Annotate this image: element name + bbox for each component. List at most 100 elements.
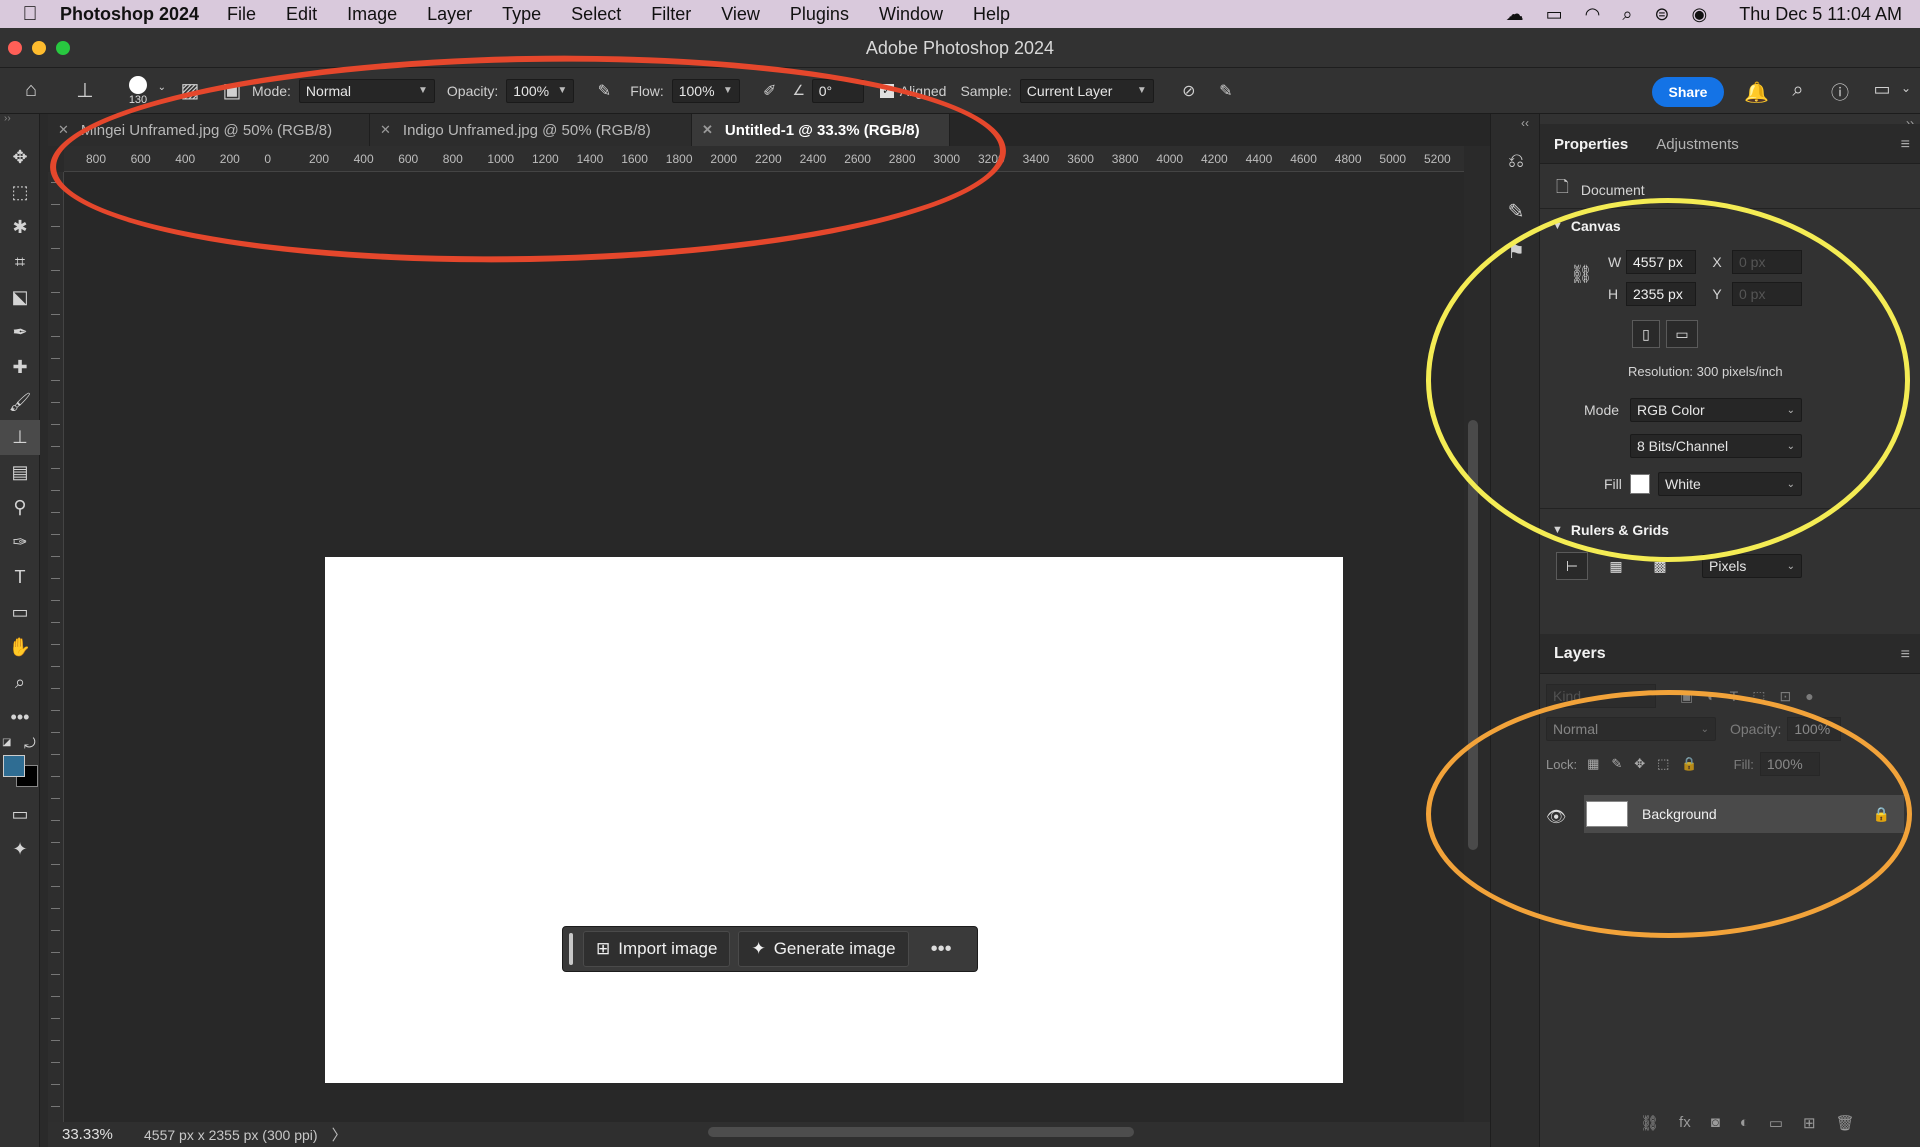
search-icon[interactable]: ⌕: [1786, 79, 1810, 102]
ruler-tick: [51, 336, 60, 337]
ruler-tick: [51, 974, 60, 975]
delete-layer-icon[interactable]: 🗑: [1836, 1114, 1855, 1132]
adjustment-layer-icon[interactable]: ◐: [1740, 1114, 1749, 1132]
help-icon[interactable]: ⓘ: [1828, 79, 1852, 105]
generative-fill-icon[interactable]: ✦: [0, 832, 40, 867]
eyedropper-tool-icon[interactable]: ✒: [0, 315, 40, 350]
ruler-tick: [51, 820, 60, 821]
share-button[interactable]: Share: [1652, 77, 1724, 107]
zoom-level[interactable]: 33.33%: [48, 1126, 138, 1143]
creative-cloud-icon[interactable]: ☁: [1506, 4, 1524, 25]
menu-layer[interactable]: Layer: [427, 4, 472, 25]
ruler-tick: [51, 380, 60, 381]
menu-window[interactable]: Window: [879, 4, 943, 25]
layer-effects-icon[interactable]: fx: [1679, 1114, 1691, 1132]
pressure-size-icon[interactable]: ✎: [1204, 81, 1248, 101]
close-tab-icon[interactable]: ✕: [58, 122, 69, 138]
hand-tool-icon[interactable]: ✋: [0, 630, 40, 665]
new-group-icon[interactable]: ▭: [1769, 1114, 1783, 1132]
screen-mode-icon[interactable]: ▭: [0, 797, 40, 832]
ruler-tick: [51, 1062, 60, 1063]
crop-tool-icon[interactable]: ⌗: [0, 245, 40, 280]
sample-dropdown[interactable]: Current Layer ▼: [1019, 78, 1154, 103]
sample-label: Sample:: [960, 82, 1012, 99]
ruler-tick-label: 3600: [1067, 152, 1094, 166]
siri-icon[interactable]: ◉: [1692, 4, 1708, 25]
default-colors-icon[interactable]: ◪: [2, 737, 11, 748]
window-title-bar: Adobe Photoshop 2024: [0, 28, 1920, 68]
menu-image[interactable]: Image: [347, 4, 397, 25]
tab-layers[interactable]: Layers: [1540, 645, 1620, 673]
type-tool-icon[interactable]: T: [0, 560, 40, 595]
add-mask-icon[interactable]: ◙: [1711, 1114, 1720, 1132]
history-panel-icon[interactable]: ⎌: [1491, 136, 1541, 186]
menubar-status-area: ☁ ▭ ◠ ⌕ ⊜ ◉ Thu Dec 5 11:04 AM: [1506, 0, 1902, 28]
menubar-clock[interactable]: Thu Dec 5 11:04 AM: [1739, 4, 1902, 25]
status-menu-arrow-icon[interactable]: 〉: [332, 1124, 347, 1145]
link-layers-icon[interactable]: ⛓: [1640, 1114, 1659, 1132]
control-center-icon[interactable]: ⊜: [1654, 4, 1669, 25]
rectangle-tool-icon[interactable]: ▭: [0, 595, 40, 630]
move-tool-icon[interactable]: ✥: [0, 140, 40, 175]
healing-brush-tool-icon[interactable]: ✚: [0, 350, 40, 385]
canvas-pasteboard[interactable]: [64, 172, 1464, 1122]
gradient-tool-icon[interactable]: ▤: [0, 455, 40, 490]
generate-image-button[interactable]: ✦ Generate image: [738, 931, 909, 967]
import-image-button[interactable]: ⊞ Import image: [583, 931, 731, 967]
ruler-tick: [51, 468, 60, 469]
ruler-tick: [51, 908, 60, 909]
dodge-tool-icon[interactable]: ⚲: [0, 490, 40, 525]
new-layer-icon[interactable]: ⊞: [1803, 1114, 1816, 1132]
menu-file[interactable]: File: [227, 4, 256, 25]
panel-menu-icon[interactable]: ≡: [1901, 646, 1910, 664]
panel-menu-icon[interactable]: ≡: [1901, 136, 1910, 154]
ignore-adjustment-layers-icon[interactable]: ⊘: [1174, 81, 1204, 101]
ruler-toggle-icon[interactable]: ⊢: [1556, 552, 1588, 580]
tab-properties[interactable]: Properties: [1540, 136, 1642, 163]
generate-image-icon: ✦: [751, 939, 766, 958]
menu-type[interactable]: Type: [502, 4, 541, 25]
tab-adjustments[interactable]: Adjustments: [1642, 136, 1753, 163]
more-options-icon[interactable]: •••: [917, 938, 966, 961]
object-selection-tool-icon[interactable]: ⬕: [0, 280, 40, 315]
marquee-tool-icon[interactable]: ⬚: [0, 175, 40, 210]
battery-icon[interactable]: ▭: [1546, 4, 1563, 25]
pen-tool-icon[interactable]: ✑: [0, 525, 40, 560]
home-icon[interactable]: ⌂: [0, 79, 62, 102]
quick-selection-tool-icon[interactable]: ✱: [0, 210, 40, 245]
chevron-down-icon[interactable]: ⌄: [1898, 81, 1914, 95]
menu-view[interactable]: View: [721, 4, 760, 25]
sample-dropdown-value: Current Layer: [1026, 82, 1113, 99]
workspace-icon[interactable]: ▭: [1870, 79, 1894, 100]
vertical-ruler[interactable]: [48, 172, 64, 1122]
wifi-icon[interactable]: ◠: [1585, 4, 1601, 25]
ruler-tick: [51, 534, 60, 535]
collapse-toolbar-icon[interactable]: ››: [0, 114, 39, 140]
menu-app-name[interactable]: Photoshop 2024: [60, 4, 199, 25]
properties-panel-header: Properties Adjustments ≡: [1540, 124, 1920, 164]
menu-select[interactable]: Select: [571, 4, 621, 25]
zoom-tool-icon[interactable]: ⌕: [0, 665, 40, 700]
chevron-down-icon: ⌄: [157, 81, 166, 93]
bell-icon[interactable]: 🔔: [1744, 80, 1769, 105]
document-row: 🗋 Document: [1556, 176, 1645, 203]
foreground-color-swatch[interactable]: [3, 755, 25, 777]
swap-colors-icon[interactable]: ⤾: [24, 735, 36, 752]
apple-icon[interactable]: : [0, 3, 60, 26]
collapse-dock-icon[interactable]: ‹‹: [1521, 116, 1529, 130]
menu-help[interactable]: Help: [973, 4, 1010, 25]
horizontal-scrollbar[interactable]: [708, 1127, 1134, 1137]
brush-tool-icon[interactable]: 🖌: [0, 385, 40, 420]
clone-stamp-tool-icon[interactable]: ⊥: [0, 420, 40, 455]
ruler-tick-label: 5000: [1379, 152, 1407, 166]
menu-edit[interactable]: Edit: [286, 4, 317, 25]
mac-menu-bar:  Photoshop 2024 File Edit Image Layer T…: [0, 0, 1920, 28]
spotlight-search-icon[interactable]: ⌕: [1622, 4, 1632, 25]
menu-filter[interactable]: Filter: [651, 4, 691, 25]
document-canvas[interactable]: [325, 557, 1343, 1083]
menu-plugins[interactable]: Plugins: [790, 4, 849, 25]
drag-handle[interactable]: [569, 933, 573, 965]
more-tools-icon[interactable]: •••: [0, 700, 40, 735]
ruler-tick: [51, 644, 60, 645]
clone-stamp-preset-icon[interactable]: ⊥: [62, 78, 108, 103]
